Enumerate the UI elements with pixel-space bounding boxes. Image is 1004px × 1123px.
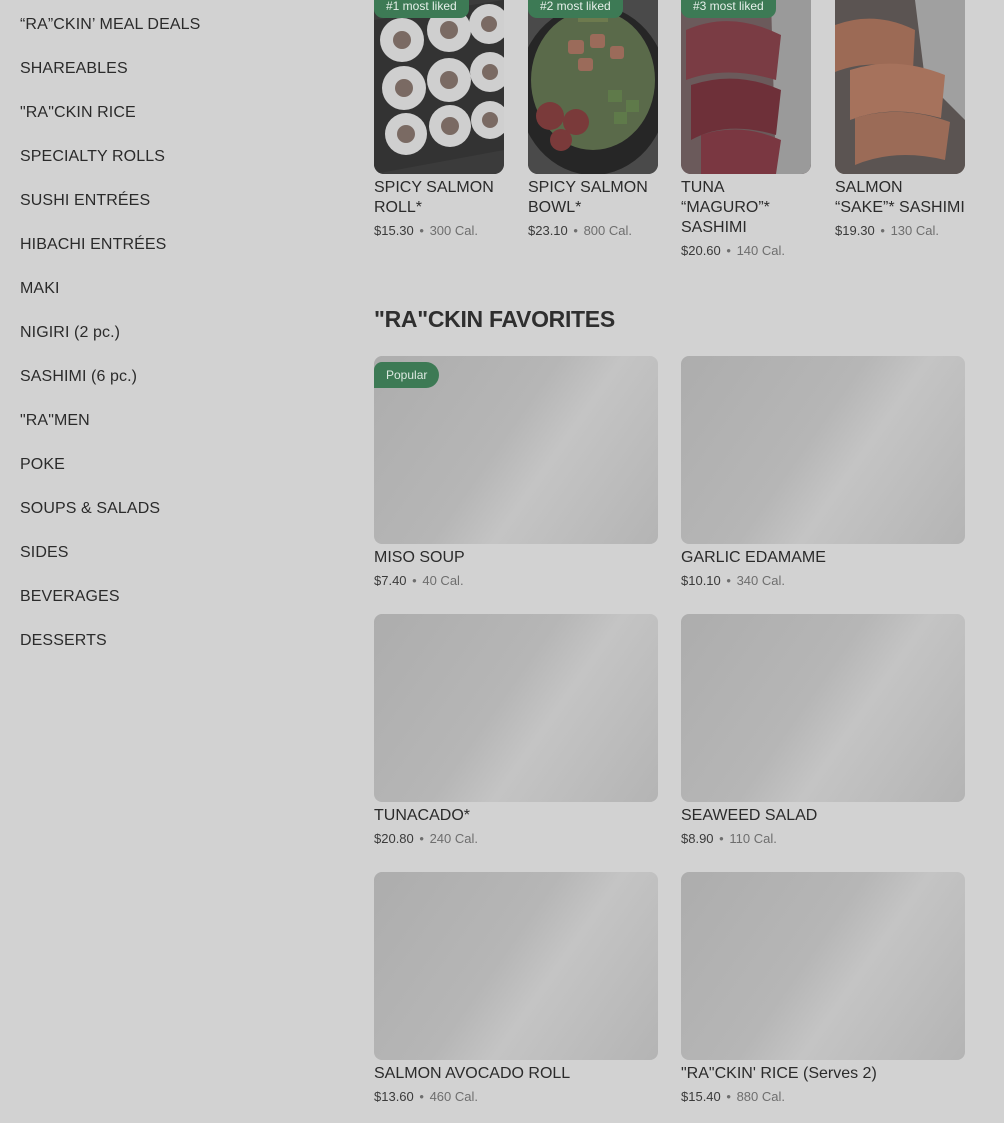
food-image-placeholder [681, 356, 965, 544]
most-liked-badge: #1 most liked [374, 0, 469, 18]
item-name: SALMON “SAKE”* SASHIMI [835, 179, 965, 216]
item-calories: 130 Cal. [890, 223, 939, 238]
item-calories: 240 Cal. [429, 831, 478, 846]
separator-dot: • [726, 573, 731, 588]
separator-dot: • [419, 831, 424, 846]
item-calories: 460 Cal. [429, 1089, 478, 1104]
item-meta: $13.60 • 460 Cal. [374, 1088, 658, 1106]
most-liked-badge: #2 most liked [528, 0, 623, 18]
category-sidebar: “RA”CKIN’ MEAL DEALS SHAREABLES "RA"CKIN… [20, 0, 320, 660]
menu-item-card[interactable]: #1 most liked SPICY SALMON ROLL* $15.30 … [374, 0, 504, 240]
section-title: "RA"CKIN FAVORITES [374, 306, 615, 332]
item-calories: 40 Cal. [422, 573, 464, 588]
item-calories: 880 Cal. [736, 1089, 785, 1104]
food-image-placeholder [374, 614, 658, 802]
item-price: $23.10 [528, 223, 568, 238]
item-calories: 340 Cal. [736, 573, 785, 588]
item-meta: $20.60 • 140 Cal. [681, 242, 811, 260]
sidebar-item-sushi-entrees[interactable]: SUSHI ENTRÉES [20, 176, 320, 220]
food-image: #1 most liked [374, 0, 504, 174]
item-name: TUNACADO* [374, 807, 471, 824]
item-price: $10.10 [681, 573, 721, 588]
sushi-roll-image [374, 0, 504, 174]
item-name: "RA"CKIN' RICE (Serves 2) [681, 1065, 877, 1082]
most-liked-badge: #3 most liked [681, 0, 776, 18]
sidebar-item-poke[interactable]: POKE [20, 440, 320, 484]
item-name: MISO SOUP [374, 549, 465, 566]
item-name: SPICY SALMON ROLL* [374, 179, 494, 216]
item-price: $13.60 [374, 1089, 414, 1104]
tuna-sashimi-image [681, 0, 811, 174]
item-price: $15.30 [374, 223, 414, 238]
sidebar-item-nigiri[interactable]: NIGIRI (2 pc.) [20, 308, 320, 352]
food-image-placeholder [681, 614, 965, 802]
sidebar-item-hibachi-entrees[interactable]: HIBACHI ENTRÉES [20, 220, 320, 264]
item-calories: 300 Cal. [429, 223, 478, 238]
separator-dot: • [412, 573, 417, 588]
menu-item-card[interactable]: GARLIC EDAMAME $10.10 • 340 Cal. [681, 356, 965, 590]
sidebar-item-shareables[interactable]: SHAREABLES [20, 44, 320, 88]
item-meta: $7.40 • 40 Cal. [374, 572, 658, 590]
sidebar-item-sides[interactable]: SIDES [20, 528, 320, 572]
item-meta: $15.30 • 300 Cal. [374, 222, 504, 240]
item-name: SALMON AVOCADO ROLL [374, 1065, 571, 1082]
item-price: $20.60 [681, 243, 721, 258]
item-name: GARLIC EDAMAME [681, 549, 826, 566]
item-name: SEAWEED SALAD [681, 807, 818, 824]
item-price: $7.40 [374, 573, 407, 588]
item-price: $8.90 [681, 831, 714, 846]
menu-item-card[interactable]: Popular MISO SOUP $7.40 • 40 Cal. [374, 356, 658, 590]
salmon-sashimi-image [835, 0, 965, 174]
item-calories: 110 Cal. [729, 831, 777, 846]
item-price: $15.40 [681, 1089, 721, 1104]
menu-item-card[interactable]: TUNACADO* $20.80 • 240 Cal. [374, 614, 658, 848]
item-name: TUNA “MAGURO”* SASHIMI [681, 179, 770, 236]
food-image-placeholder [374, 872, 658, 1060]
food-image-placeholder [681, 872, 965, 1060]
menu-item-card[interactable]: "RA"CKIN' RICE (Serves 2) $15.40 • 880 C… [681, 872, 965, 1106]
poke-bowl-image [528, 0, 658, 174]
item-calories: 140 Cal. [736, 243, 785, 258]
item-price: $19.30 [835, 223, 875, 238]
menu-item-card[interactable]: SEAWEED SALAD $8.90 • 110 Cal. [681, 614, 965, 848]
food-image-placeholder: Popular [374, 356, 658, 544]
food-image: #2 most liked [528, 0, 658, 174]
separator-dot: • [880, 223, 885, 238]
item-meta: $20.80 • 240 Cal. [374, 830, 658, 848]
sidebar-item-desserts[interactable]: DESSERTS [20, 616, 320, 660]
item-meta: $23.10 • 800 Cal. [528, 222, 658, 240]
separator-dot: • [573, 223, 578, 238]
sidebar-item-sashimi[interactable]: SASHIMI (6 pc.) [20, 352, 320, 396]
sidebar-item-meal-deals[interactable]: “RA”CKIN’ MEAL DEALS [20, 0, 320, 44]
sidebar-item-ramen[interactable]: "RA"MEN [20, 396, 320, 440]
food-image [835, 0, 965, 174]
sidebar-item-rackin-rice[interactable]: "RA"CKIN RICE [20, 88, 320, 132]
menu-item-card[interactable]: SALMON AVOCADO ROLL $13.60 • 460 Cal. [374, 872, 658, 1106]
item-meta: $15.40 • 880 Cal. [681, 1088, 965, 1106]
item-name: SPICY SALMON BOWL* [528, 179, 648, 216]
sidebar-item-soups-salads[interactable]: SOUPS & SALADS [20, 484, 320, 528]
item-meta: $19.30 • 130 Cal. [835, 222, 965, 240]
separator-dot: • [719, 831, 724, 846]
separator-dot: • [419, 223, 424, 238]
item-meta: $8.90 • 110 Cal. [681, 830, 965, 848]
menu-item-card[interactable]: #2 most liked SPICY SALMON BOWL* $23.10 … [528, 0, 658, 240]
item-meta: $10.10 • 340 Cal. [681, 572, 965, 590]
popular-badge: Popular [374, 362, 440, 388]
food-image: #3 most liked [681, 0, 811, 174]
sidebar-item-maki[interactable]: MAKI [20, 264, 320, 308]
separator-dot: • [419, 1089, 424, 1104]
sidebar-item-specialty-rolls[interactable]: SPECIALTY ROLLS [20, 132, 320, 176]
item-price: $20.80 [374, 831, 414, 846]
item-calories: 800 Cal. [583, 223, 632, 238]
menu-item-card[interactable]: #3 most liked TUNA “MAGURO”* SASHIMI $20… [681, 0, 811, 260]
menu-item-card[interactable]: SALMON “SAKE”* SASHIMI $19.30 • 130 Cal. [835, 0, 965, 240]
separator-dot: • [726, 1089, 731, 1104]
sidebar-item-beverages[interactable]: BEVERAGES [20, 572, 320, 616]
separator-dot: • [726, 243, 731, 258]
